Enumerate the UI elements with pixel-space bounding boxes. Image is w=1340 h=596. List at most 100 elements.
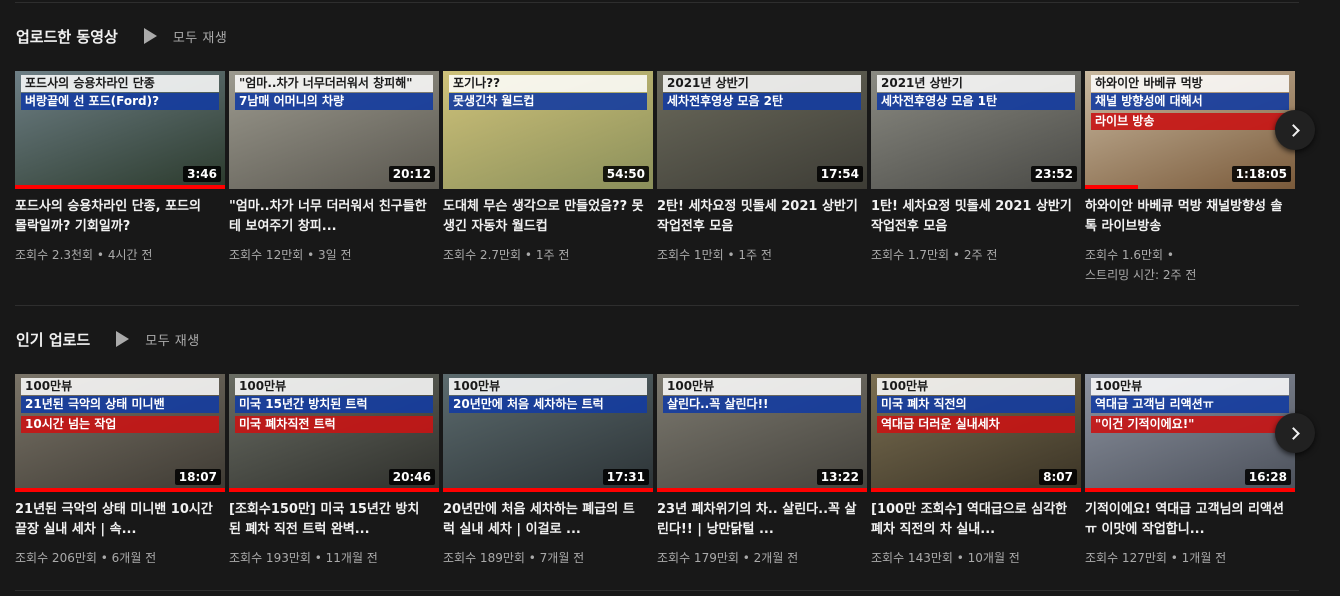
video-card[interactable]: 하와이안 바베큐 먹방 채널 방향성에 대해서 라이브 방송 1:18:05 하와이안 … [1085,71,1295,285]
view-count: 조회수 2.3천회 [15,248,94,262]
play-icon [143,28,157,44]
video-meta: 조회수 189만회 • 7개월 전 [443,548,653,568]
next-button[interactable] [1275,110,1315,150]
meta-separator: • [952,551,968,565]
thumbnail-caption: 미국 폐차 직전의 [877,396,1075,413]
thumbnail-caption: "엄마..차가 너무더러워서 창피해" [235,75,433,92]
thumbnail-caption: 살린다..꼭 살린다!! [663,396,861,413]
video-card[interactable]: 포드사의 승용차라인 단종 벼랑끝에 선 포드(Ford)? 3:46 포드사의 승용… [15,71,225,285]
video-title[interactable]: 포드사의 승용차라인 단종, 포드의 몰락일까? 기회일까? [15,197,225,237]
video-thumbnail[interactable]: 포드사의 승용차라인 단종 벼랑끝에 선 포드(Ford)? 3:46 [15,71,225,189]
video-thumbnail[interactable]: 100만뷰 살린다..꼭 살린다!! 13:22 [657,374,867,492]
thumbnail-caption: 100만뷰 [235,378,433,395]
video-card[interactable]: 포기나?? 못생긴차 월드컵 54:50 도대체 무슨 생각으로 만들었음?? 못생긴… [443,71,653,285]
video-card[interactable]: 2021년 상반기 세차전후영상 모음 1탄 23:52 1탄! 세차요정 밋돌세 2… [871,71,1081,285]
video-card[interactable]: 100만뷰 역대급 고객님 리액션ㅠ "이건 기적이에요!" 16:28 기적이에요! … [1085,374,1295,568]
video-meta: 조회수 1.6만회 • 스트리밍 시간: 2주 전 [1085,245,1295,285]
upload-age: 7개월 전 [539,551,585,565]
video-duration: 13:22 [816,469,863,485]
play-all-button[interactable]: 모두 재생 [143,27,227,46]
video-card[interactable]: 2021년 상반기 세차전후영상 모음 2탄 17:54 2탄! 세차요정 밋돌세 2… [657,71,867,285]
thumbnail-caption: 역대급 더러운 실내세차 [877,416,1075,433]
watch-progress-bar [871,488,1081,492]
video-duration: 23:52 [1030,166,1077,182]
meta-separator: • [303,248,319,262]
video-card[interactable]: 100만뷰 미국 15년간 방치된 트럭 미국 폐차직전 트럭 20:46 [조회수15… [229,374,439,568]
watch-progress-bar [15,488,225,492]
video-meta: 조회수 193만회 • 11개월 전 [229,548,439,568]
watch-progress-bar [443,488,653,492]
video-meta: 조회수 12만회 • 3일 전 [229,245,439,265]
video-thumbnail[interactable]: 2021년 상반기 세차전후영상 모음 2탄 17:54 [657,71,867,189]
video-card[interactable]: 100만뷰 미국 폐차 직전의 역대급 더러운 실내세차 8:07 [100만 조회수]… [871,374,1081,568]
video-thumbnail[interactable]: 100만뷰 20년만에 처음 세차하는 트럭 17:31 [443,374,653,492]
meta-separator: • [738,551,754,565]
upload-age: 2개월 전 [753,551,799,565]
thumbnail-caption: 2021년 상반기 [663,75,861,92]
view-count: 조회수 206만회 [15,551,97,565]
shelf-header: 업로드한 동영상 모두 재생 [16,24,227,48]
video-title[interactable]: 21년된 극악의 상태 미니밴 10시간 끝장 실내 세차 | 속... [15,500,225,540]
meta-separator: • [310,551,326,565]
video-card[interactable]: 100만뷰 20년만에 처음 세차하는 트럭 17:31 20년만에 처음 세차하는 … [443,374,653,568]
video-duration: 1:18:05 [1231,166,1291,182]
thumbnail-caption: 20년만에 처음 세차하는 트럭 [449,396,647,413]
video-card[interactable]: "엄마..차가 너무더러워서 창피해" 7남매 어머니의 차량 20:12 "엄마..… [229,71,439,285]
video-title[interactable]: 기적이에요! 역대급 고객님의 리액션ㅠ 이맛에 작업합니... [1085,500,1295,540]
video-card[interactable]: 100만뷰 살린다..꼭 살린다!! 13:22 23년 폐차위기의 차.. 살린다.… [657,374,867,568]
thumbnail-caption: 100만뷰 [21,378,219,395]
shelf-title[interactable]: 인기 업로드 [16,329,90,350]
video-card[interactable]: 100만뷰 21년된 극악의 상태 미니밴 10시간 넘는 작업 18:07 21년된 … [15,374,225,568]
top-divider [15,2,1299,3]
video-meta: 조회수 127만회 • 1개월 전 [1085,548,1295,568]
video-meta: 조회수 179만회 • 2개월 전 [657,548,867,568]
bottom-divider [15,590,1299,591]
upload-age: 1주 전 [535,248,570,262]
video-row: 100만뷰 21년된 극악의 상태 미니밴 10시간 넘는 작업 18:07 21년된 … [15,374,1299,568]
video-thumbnail[interactable]: 100만뷰 역대급 고객님 리액션ㅠ "이건 기적이에요!" 16:28 [1085,374,1295,492]
video-meta: 조회수 2.7만회 • 1주 전 [443,245,653,265]
thumbnail-caption: 7남매 어머니의 차량 [235,93,433,110]
view-count: 조회수 189만회 [443,551,525,565]
shelf-title[interactable]: 업로드한 동영상 [16,26,118,47]
video-thumbnail[interactable]: "엄마..차가 너무더러워서 창피해" 7남매 어머니의 차량 20:12 [229,71,439,189]
play-all-button[interactable]: 모두 재생 [116,330,199,349]
video-title[interactable]: [100만 조회수] 역대급으로 심각한 폐차 직전의 차 실내... [871,500,1081,540]
video-title[interactable]: 하와이안 바베큐 먹방 채널방향성 솔톡 라이브방송 [1085,197,1295,237]
video-thumbnail[interactable]: 100만뷰 21년된 극악의 상태 미니밴 10시간 넘는 작업 18:07 [15,374,225,492]
view-count: 조회수 1만회 [657,248,724,262]
meta-separator: • [96,551,112,565]
video-title[interactable]: [조회수150만] 미국 15년간 방치된 폐차 직전 트럭 완벽... [229,500,439,540]
upload-age: 11개월 전 [325,551,378,565]
video-meta: 조회수 2.3천회 • 4시간 전 [15,245,225,265]
video-title[interactable]: "엄마..차가 너무 더러워서 친구들한테 보여주기 창피... [229,197,439,237]
video-meta: 조회수 1만회 • 1주 전 [657,245,867,265]
thumbnail-caption: 21년된 극악의 상태 미니밴 [21,396,219,413]
upload-age: 4시간 전 [107,248,153,262]
video-title[interactable]: 도대체 무슨 생각으로 만들었음?? 못생긴 자동차 월드컵 [443,197,653,237]
video-title[interactable]: 1탄! 세차요정 밋돌세 2021 상반기 작업전후 모음 [871,197,1081,237]
thumbnail-caption: 못생긴차 월드컵 [449,93,647,110]
video-duration: 3:46 [183,166,221,182]
video-title[interactable]: 2탄! 세차요정 밋돌세 2021 상반기 작업전후 모음 [657,197,867,237]
thumbnail-caption: 포기나?? [449,75,647,92]
video-meta: 조회수 206만회 • 6개월 전 [15,548,225,568]
video-thumbnail[interactable]: 100만뷰 미국 15년간 방치된 트럭 미국 폐차직전 트럭 20:46 [229,374,439,492]
next-button[interactable] [1275,413,1315,453]
view-count: 조회수 127만회 [1085,551,1167,565]
shelf-header: 인기 업로드 모두 재생 [16,327,200,351]
video-title[interactable]: 20년만에 처음 세차하는 폐급의 트럭 실내 세차 | 이걸로 ... [443,500,653,540]
video-duration: 18:07 [174,469,221,485]
upload-age: 2주 전 [963,248,998,262]
watch-progress-bar [657,488,867,492]
video-thumbnail[interactable]: 하와이안 바베큐 먹방 채널 방향성에 대해서 라이브 방송 1:18:05 [1085,71,1295,189]
thumbnail-caption: 라이브 방송 [1091,113,1289,130]
video-duration: 17:31 [602,469,649,485]
thumbnail-caption: 미국 폐차직전 트럭 [235,416,433,433]
meta-separator: • [524,551,540,565]
video-thumbnail[interactable]: 2021년 상반기 세차전후영상 모음 1탄 23:52 [871,71,1081,189]
video-thumbnail[interactable]: 포기나?? 못생긴차 월드컵 54:50 [443,71,653,189]
video-meta: 조회수 1.7만회 • 2주 전 [871,245,1081,265]
video-thumbnail[interactable]: 100만뷰 미국 폐차 직전의 역대급 더러운 실내세차 8:07 [871,374,1081,492]
video-title[interactable]: 23년 폐차위기의 차.. 살린다..꼭 살린다!! | 낭만닭털 ... [657,500,867,540]
